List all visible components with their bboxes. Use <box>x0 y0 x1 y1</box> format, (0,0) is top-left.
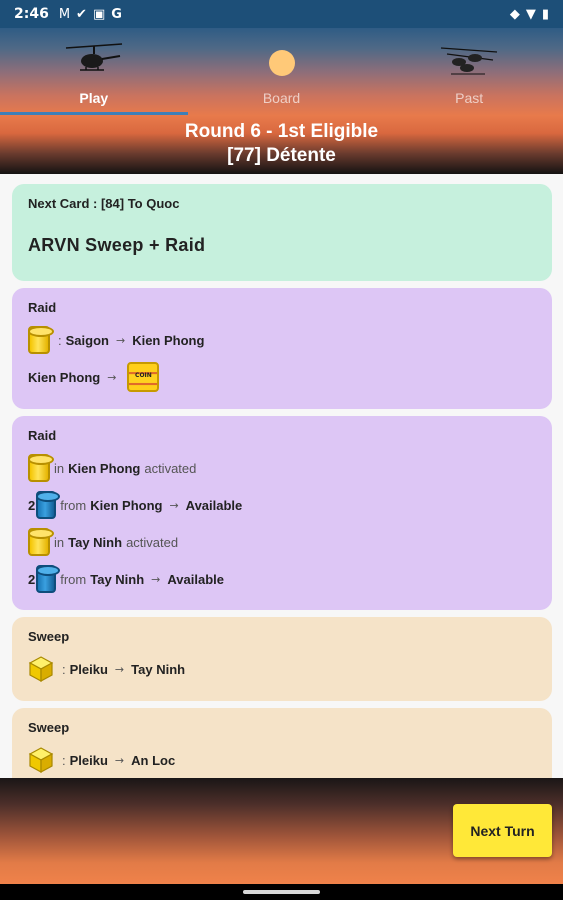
tab-board-label: Board <box>262 90 301 106</box>
step-title: Sweep <box>28 629 70 644</box>
prefix-text: from <box>60 497 87 513</box>
sun-icon <box>268 50 295 76</box>
status-time: 2:46 <box>14 6 49 22</box>
move-row: : Saigon → Kien Phong <box>28 326 204 354</box>
cast-icon: ◆ <box>509 6 520 22</box>
arrow-icon: → <box>114 753 125 767</box>
round-header: Round 6 - 1st Eligible [77] Détente <box>0 120 563 168</box>
move-row: : Pleiku → An Loc <box>28 746 175 774</box>
from-location: Kien Phong <box>90 497 163 513</box>
separator: : <box>58 332 62 348</box>
status-bar: 2:46 M ✔ ▣ G ◆ ▼ ▮ <box>0 0 563 28</box>
arvn-police-piece-icon <box>28 528 54 556</box>
next-card-panel: Next Card : [84] To Quoc ARVN Sweep + Ra… <box>12 184 552 281</box>
coin-control-marker-icon: COIN <box>127 362 160 392</box>
arrow-icon: → <box>115 333 126 347</box>
status-right-icons: ◆ ▼ ▮ <box>510 7 549 22</box>
arvn-troop-cube-icon <box>28 747 54 774</box>
suffix-text: activated <box>126 534 179 550</box>
tab-past[interactable]: Past <box>375 28 563 116</box>
arrow-icon: → <box>107 370 117 384</box>
prefix-text: in <box>54 460 65 476</box>
home-gesture-handle[interactable] <box>243 890 320 894</box>
arrow-icon: → <box>151 572 161 586</box>
coin-label: COIN <box>135 372 152 379</box>
suffix-text: activated <box>144 460 197 476</box>
to-location: Available <box>185 497 243 513</box>
vc-guerrilla-piece-icon <box>36 565 61 593</box>
location: Kien Phong <box>28 369 101 385</box>
round-status: Round 6 - 1st Eligible <box>184 121 379 142</box>
tab-board[interactable]: Board <box>188 28 376 116</box>
to-location: Available <box>167 571 224 587</box>
next-card-label: Next Card : [84] To Quoc <box>28 196 180 211</box>
step-title: Sweep <box>28 720 70 735</box>
step-title: Raid <box>28 428 57 443</box>
prefix-text: from <box>60 571 87 587</box>
tab-bar: Play Board Past <box>0 28 563 116</box>
separator: : <box>62 752 66 768</box>
google-icon: G <box>111 6 122 22</box>
vc-guerrilla-piece-icon <box>36 491 61 519</box>
step-title: Raid <box>28 300 57 315</box>
tab-past-label: Past <box>455 90 484 106</box>
removal-row: 2 from Kien Phong → Available <box>28 491 242 519</box>
turn-instructions-list[interactable]: Next Card : [84] To Quoc ARVN Sweep + Ra… <box>0 174 563 778</box>
from-location: Pleiku <box>69 752 108 768</box>
arvn-police-piece-icon <box>28 326 54 354</box>
check-icon: ✔ <box>76 6 87 22</box>
to-location: An Loc <box>131 752 176 768</box>
active-tab-indicator <box>0 112 188 115</box>
separator: : <box>62 661 66 677</box>
sweep-step-card: Sweep : Pleiku → An Loc <box>12 708 552 778</box>
piece-count: 2 <box>28 497 36 513</box>
image-icon: ▣ <box>92 6 106 22</box>
control-row: Kien Phong → COIN <box>28 362 160 392</box>
raid-step-card: Raid in Kien Phong activated 2 from Kien… <box>12 416 552 610</box>
bottom-action-bar: Next Turn <box>0 778 563 884</box>
helicopter-icon <box>65 43 122 71</box>
faction-action: ARVN Sweep + Raid <box>28 235 206 255</box>
removal-row: 2 from Tay Ninh → Available <box>28 565 224 593</box>
current-card: [77] Détente <box>227 145 336 166</box>
helicopters-icon <box>441 47 498 75</box>
prefix-text: in <box>54 534 65 550</box>
to-location: Kien Phong <box>132 332 205 348</box>
arvn-police-piece-icon <box>28 454 54 482</box>
from-location: Saigon <box>65 332 109 348</box>
move-row: : Pleiku → Tay Ninh <box>28 655 185 683</box>
location: Kien Phong <box>68 460 141 476</box>
battery-icon: ▮ <box>541 6 549 22</box>
arrow-icon: → <box>169 498 179 512</box>
mail-icon: M <box>58 6 71 22</box>
sweep-step-card: Sweep : Pleiku → Tay Ninh <box>12 617 552 701</box>
activation-row: in Kien Phong activated <box>28 454 196 482</box>
from-location: Pleiku <box>69 661 108 677</box>
activation-row: in Tay Ninh activated <box>28 528 178 556</box>
from-location: Tay Ninh <box>90 571 145 587</box>
system-nav-bar <box>0 884 563 900</box>
tab-play-label: Play <box>79 90 109 106</box>
arrow-icon: → <box>114 662 125 676</box>
tab-play[interactable]: Play <box>0 28 188 116</box>
to-location: Tay Ninh <box>131 661 186 677</box>
arvn-troop-cube-icon <box>28 656 54 683</box>
wifi-icon: ▼ <box>525 6 536 22</box>
location: Tay Ninh <box>68 534 123 550</box>
next-turn-button[interactable]: Next Turn <box>453 804 552 857</box>
app-header: Play Board Past Round 6 - 1st Eligible [… <box>0 28 563 174</box>
raid-step-card: Raid : Saigon → Kien Phong Kien Phong → … <box>12 288 552 409</box>
piece-count: 2 <box>28 571 36 587</box>
